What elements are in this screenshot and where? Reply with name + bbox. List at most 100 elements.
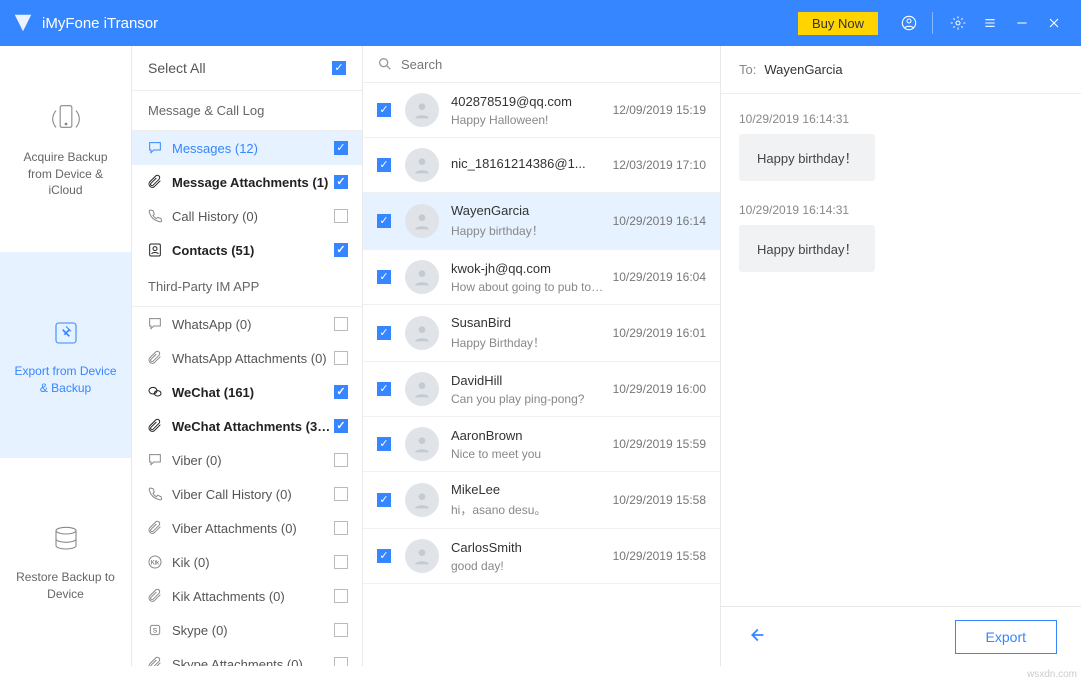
message-checkbox[interactable] xyxy=(377,437,391,451)
category-row[interactable]: WhatsApp (0) xyxy=(132,307,362,341)
back-button[interactable] xyxy=(745,624,767,649)
category-row[interactable]: Skype Attachments (0) xyxy=(132,647,362,666)
category-row[interactable]: SSkype (0) xyxy=(132,613,362,647)
category-label: Kik (0) xyxy=(172,555,334,570)
export-button[interactable]: Export xyxy=(955,620,1057,654)
category-checkbox[interactable] xyxy=(334,453,348,467)
category-label: WhatsApp (0) xyxy=(172,317,334,332)
category-checkbox[interactable] xyxy=(334,141,348,155)
chat-icon xyxy=(146,315,164,333)
message-row[interactable]: 402878519@qq.comHappy Halloween!12/09/20… xyxy=(363,83,720,138)
message-time: 10/29/2019 15:58 xyxy=(613,493,706,507)
category-row[interactable]: KikKik (0) xyxy=(132,545,362,579)
category-checkbox[interactable] xyxy=(334,385,348,399)
category-label: Message Attachments (1) xyxy=(172,175,334,190)
category-checkbox[interactable] xyxy=(334,623,348,637)
message-row[interactable]: DavidHillCan you play ping-pong?10/29/20… xyxy=(363,362,720,417)
buy-now-button[interactable]: Buy Now xyxy=(798,12,878,35)
category-row[interactable]: Contacts (51) xyxy=(132,233,362,267)
message-from: nic_18161214386@1... xyxy=(451,156,605,171)
avatar xyxy=(405,93,439,127)
avatar xyxy=(405,316,439,350)
app-logo-icon xyxy=(12,12,34,34)
category-checkbox[interactable] xyxy=(334,317,348,331)
message-row[interactable]: SusanBirdHappy Birthday！10/29/2019 16:01 xyxy=(363,305,720,362)
message-preview: Happy birthday！ xyxy=(451,222,605,239)
category-label: Messages (12) xyxy=(172,141,334,156)
category-checkbox[interactable] xyxy=(334,555,348,569)
message-checkbox[interactable] xyxy=(377,382,391,396)
category-checkbox[interactable] xyxy=(334,351,348,365)
message-preview: Happy Birthday！ xyxy=(451,334,605,351)
group-third-party: Third-Party IM APP xyxy=(132,267,362,307)
message-row[interactable]: kwok-jh@qq.comHow about going to pub tod… xyxy=(363,250,720,305)
gear-icon[interactable] xyxy=(943,8,973,38)
category-checkbox[interactable] xyxy=(334,209,348,223)
user-icon[interactable] xyxy=(894,8,924,38)
category-checkbox[interactable] xyxy=(334,487,348,501)
message-row[interactable]: WayenGarciaHappy birthday！10/29/2019 16:… xyxy=(363,193,720,250)
message-preview: good day! xyxy=(451,559,605,573)
close-icon[interactable] xyxy=(1039,8,1069,38)
titlebar: iMyFone iTransor Buy Now xyxy=(0,0,1081,46)
message-from: MikeLee xyxy=(451,482,605,497)
to-label: To: xyxy=(739,62,756,77)
message-checkbox[interactable] xyxy=(377,103,391,117)
category-row[interactable]: Messages (12) xyxy=(132,131,362,165)
select-all-checkbox[interactable] xyxy=(332,61,346,75)
category-row[interactable]: Kik Attachments (0) xyxy=(132,579,362,613)
clip-icon xyxy=(146,173,164,191)
category-label: Contacts (51) xyxy=(172,243,334,258)
wechat-icon xyxy=(146,383,164,401)
clip-icon xyxy=(146,519,164,537)
category-row[interactable]: WeChat (161) xyxy=(132,375,362,409)
bubble-time: 10/29/2019 16:14:31 xyxy=(739,203,1063,217)
message-checkbox[interactable] xyxy=(377,158,391,172)
message-row[interactable]: nic_18161214386@1... 12/03/2019 17:10 xyxy=(363,138,720,193)
category-row[interactable]: Viber Attachments (0) xyxy=(132,511,362,545)
message-checkbox[interactable] xyxy=(377,493,391,507)
category-row[interactable]: Message Attachments (1) xyxy=(132,165,362,199)
category-row[interactable]: WhatsApp Attachments (0) xyxy=(132,341,362,375)
message-checkbox[interactable] xyxy=(377,326,391,340)
avatar xyxy=(405,148,439,182)
category-row[interactable]: Viber (0) xyxy=(132,443,362,477)
category-checkbox[interactable] xyxy=(334,243,348,257)
message-from: kwok-jh@qq.com xyxy=(451,261,605,276)
message-time: 10/29/2019 16:00 xyxy=(613,382,706,396)
message-from: CarlosSmith xyxy=(451,540,605,555)
category-checkbox[interactable] xyxy=(334,589,348,603)
category-checkbox[interactable] xyxy=(334,175,348,189)
category-checkbox[interactable] xyxy=(334,419,348,433)
category-row[interactable]: Call History (0) xyxy=(132,199,362,233)
chat-icon xyxy=(146,139,164,157)
category-row[interactable]: WeChat Attachments (33... xyxy=(132,409,362,443)
message-checkbox[interactable] xyxy=(377,214,391,228)
message-bubble: Happy birthday！ xyxy=(739,134,875,181)
category-checkbox[interactable] xyxy=(334,657,348,666)
message-preview: hi，asano desu。 xyxy=(451,501,605,518)
nav-item-2[interactable]: Restore Backup to Device xyxy=(0,458,131,664)
menu-icon[interactable] xyxy=(975,8,1005,38)
minimize-icon[interactable] xyxy=(1007,8,1037,38)
message-checkbox[interactable] xyxy=(377,270,391,284)
category-checkbox[interactable] xyxy=(334,521,348,535)
clip-icon xyxy=(146,349,164,367)
message-row[interactable]: AaronBrownNice to meet you10/29/2019 15:… xyxy=(363,417,720,472)
category-row[interactable]: Viber Call History (0) xyxy=(132,477,362,511)
phone-icon xyxy=(146,485,164,503)
category-label: Viber (0) xyxy=(172,453,334,468)
clip-icon xyxy=(146,587,164,605)
message-time: 10/29/2019 15:58 xyxy=(613,549,706,563)
clip-icon xyxy=(146,655,164,666)
search-input[interactable] xyxy=(401,57,706,72)
message-time: 12/03/2019 17:10 xyxy=(613,158,706,172)
message-row[interactable]: CarlosSmith good day! 10/29/2019 15:58 xyxy=(363,529,720,584)
avatar xyxy=(405,204,439,238)
nav-item-0[interactable]: Acquire Backup from Device & iCloud xyxy=(0,46,131,252)
select-all-row[interactable]: Select All xyxy=(132,46,362,91)
nav-item-1[interactable]: Export from Device & Backup xyxy=(0,252,131,458)
avatar xyxy=(405,260,439,294)
message-checkbox[interactable] xyxy=(377,549,391,563)
message-row[interactable]: MikeLee hi，asano desu。 10/29/2019 15:58 xyxy=(363,472,720,529)
